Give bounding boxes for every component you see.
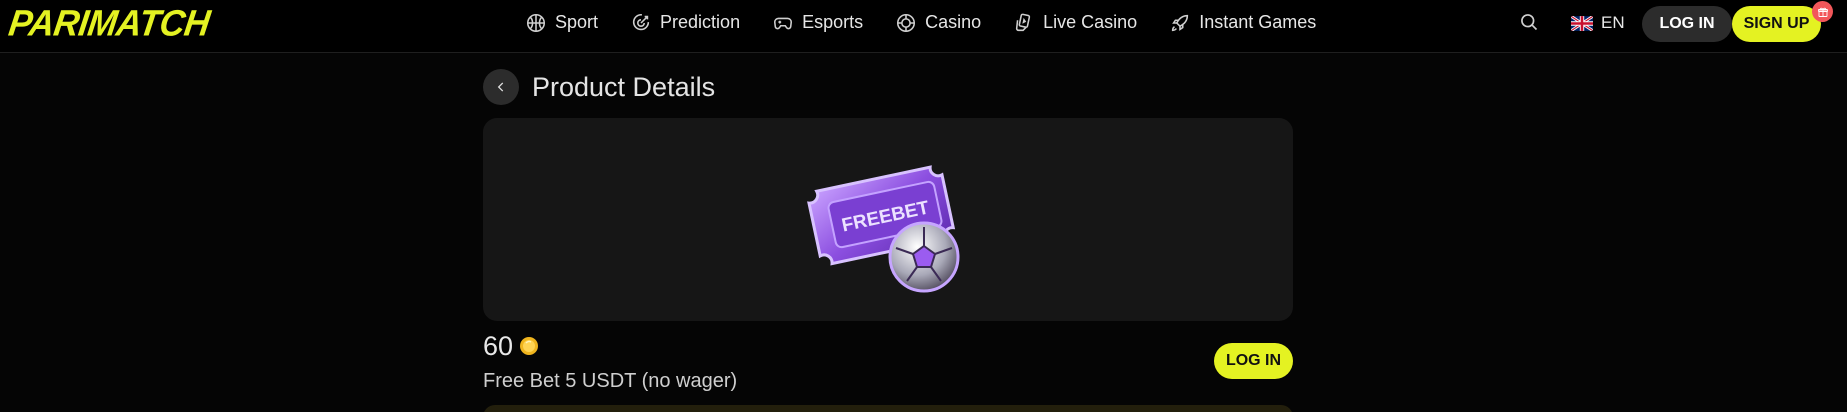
nav-label-prediction: Prediction bbox=[660, 12, 741, 32]
gift-icon bbox=[1817, 7, 1828, 17]
card-hand-icon bbox=[1016, 13, 1031, 31]
coin-icon bbox=[520, 337, 539, 355]
search-button[interactable] bbox=[1519, 12, 1541, 34]
logo-text: PARIMATCH bbox=[6, 3, 213, 44]
nav-label-instant-games: Instant Games bbox=[1199, 12, 1317, 32]
bottom-panel-edge bbox=[483, 405, 1293, 412]
chevron-left-icon bbox=[497, 82, 504, 92]
rocket-icon bbox=[1172, 14, 1189, 31]
language-code: EN bbox=[1601, 13, 1625, 32]
freebet-ticket-image: FREEBET bbox=[807, 165, 960, 293]
nav-label-casino: Casino bbox=[925, 12, 982, 32]
basketball-icon bbox=[526, 13, 546, 32]
header-login-button[interactable]: LOG IN bbox=[1642, 6, 1732, 42]
price-value: 60 bbox=[483, 331, 514, 361]
target-icon bbox=[632, 13, 650, 30]
nav-item-prediction[interactable]: Prediction bbox=[630, 0, 740, 45]
product-price: 60 bbox=[483, 331, 539, 361]
gamepad-icon bbox=[774, 17, 793, 29]
nav-label-live-casino: Live Casino bbox=[1043, 12, 1138, 32]
nav-item-casino[interactable]: Casino bbox=[895, 0, 981, 45]
main-nav: Sport Prediction Esports Casino Live Cas… bbox=[525, 0, 1316, 45]
uk-flag-icon bbox=[1571, 15, 1593, 31]
back-button[interactable] bbox=[483, 69, 519, 105]
nav-label-esports: Esports bbox=[802, 12, 864, 32]
chip-icon bbox=[897, 13, 916, 32]
product-name: Free Bet 5 USDT (no wager) bbox=[483, 370, 738, 392]
page-title: Product Details bbox=[532, 72, 716, 102]
nav-item-sport[interactable]: Sport bbox=[525, 0, 598, 45]
nav-item-live-casino[interactable]: Live Casino bbox=[1013, 0, 1137, 45]
top-navigation-bar: PARIMATCH Sport Prediction Esports Casin… bbox=[0, 0, 1847, 53]
nav-item-instant-games[interactable]: Instant Games bbox=[1169, 0, 1316, 45]
gift-badge bbox=[1812, 1, 1833, 22]
parimatch-logo[interactable]: PARIMATCH bbox=[6, 3, 213, 44]
language-selector[interactable]: EN bbox=[1571, 12, 1625, 34]
product-login-button[interactable]: LOG IN bbox=[1214, 343, 1293, 379]
search-icon bbox=[1521, 14, 1538, 31]
header-signup-button[interactable]: SIGN UP bbox=[1732, 6, 1821, 42]
nav-item-esports[interactable]: Esports bbox=[772, 0, 863, 45]
nav-label-sport: Sport bbox=[555, 12, 599, 32]
